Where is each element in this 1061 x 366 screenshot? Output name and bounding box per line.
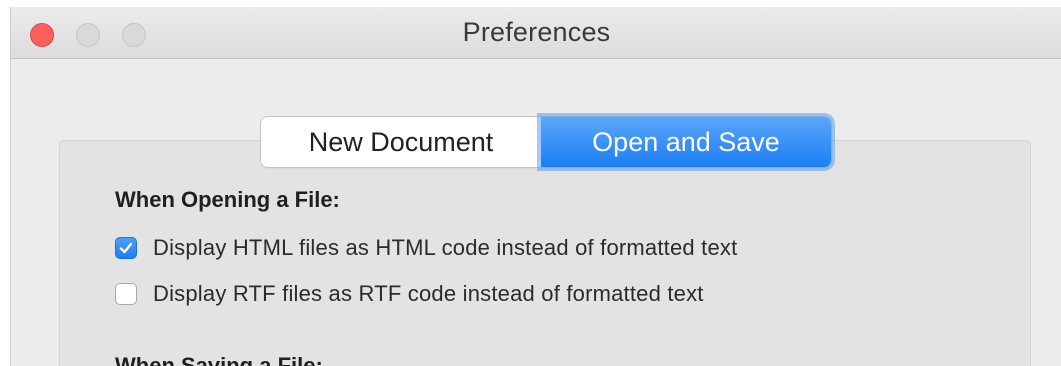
display-rtf-checkbox[interactable] (115, 283, 137, 305)
tab-new-document[interactable]: New Document (261, 117, 541, 167)
checkmark-icon (119, 242, 133, 254)
preferences-window: Preferences New Document Open and Save W… (10, 7, 1061, 366)
display-html-checkbox[interactable] (115, 237, 137, 259)
display-html-label: Display HTML files as HTML code instead … (153, 235, 738, 260)
window-title: Preferences (462, 17, 611, 47)
display-html-option[interactable]: Display HTML files as HTML code instead … (115, 235, 737, 261)
display-rtf-label: Display RTF files as RTF code instead of… (153, 281, 704, 306)
display-rtf-option[interactable]: Display RTF files as RTF code instead of… (115, 281, 704, 307)
title-bar[interactable]: Preferences (11, 7, 1061, 59)
tab-open-and-save[interactable]: Open and Save (541, 117, 831, 167)
preferences-content: New Document Open and Save When Opening … (11, 59, 1061, 366)
tab-selector: New Document Open and Save (261, 117, 831, 167)
saving-section-heading: When Saving a File: (115, 353, 323, 366)
opening-section-heading: When Opening a File: (115, 187, 340, 212)
